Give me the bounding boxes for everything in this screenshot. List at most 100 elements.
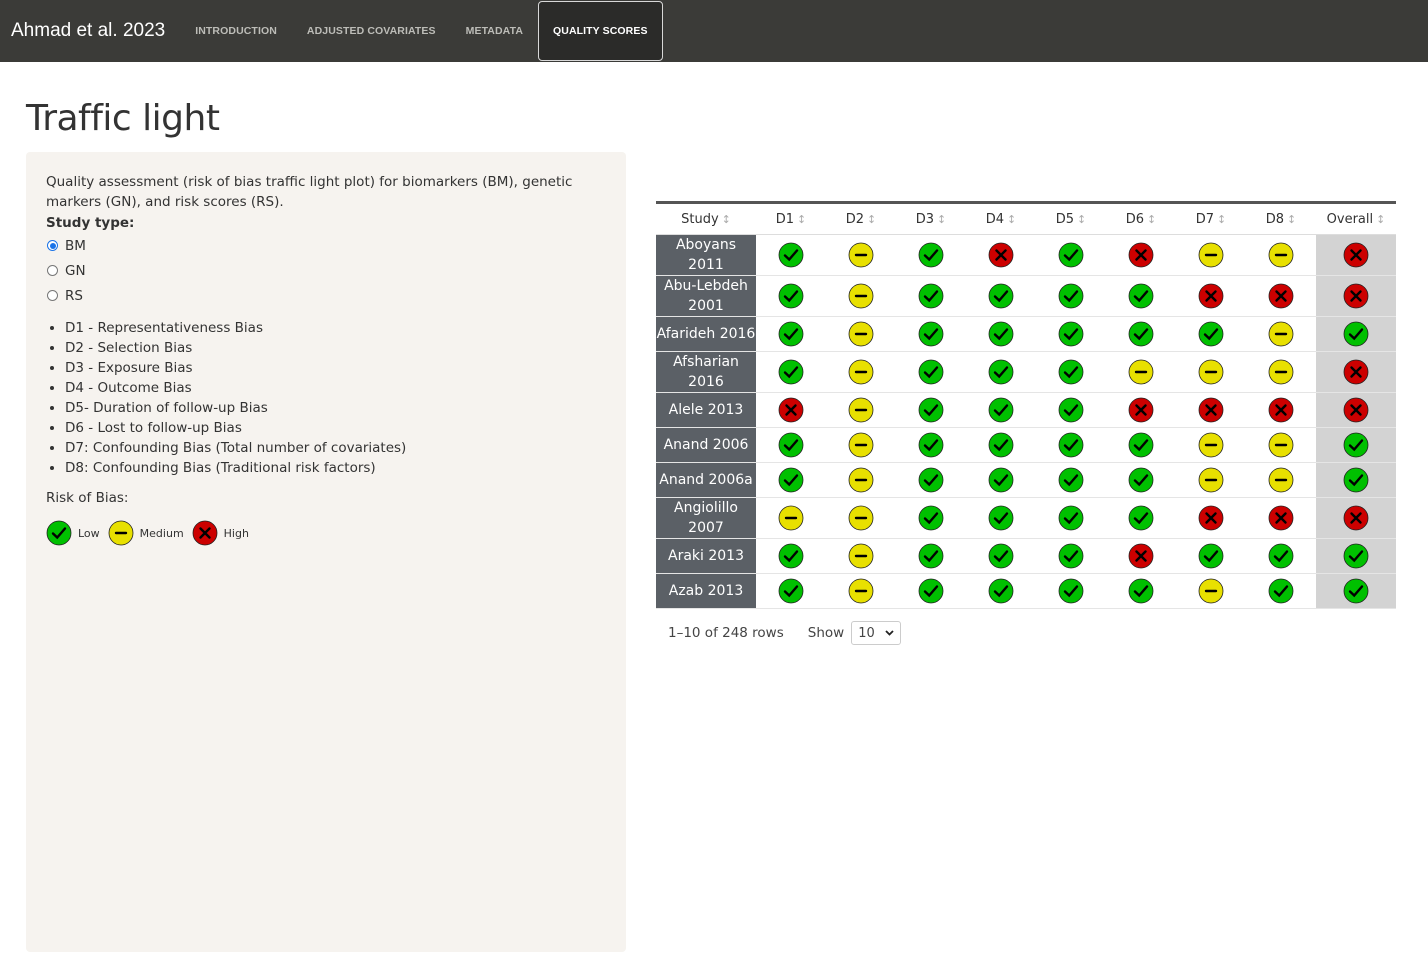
high-risk-cross-icon bbox=[1198, 505, 1224, 531]
domain-rating-cell bbox=[756, 427, 826, 463]
column-header-label: D5 bbox=[1055, 211, 1075, 227]
legend-label-high: High bbox=[223, 526, 249, 540]
radio-button[interactable] bbox=[47, 265, 58, 276]
domain-rating-cell bbox=[1036, 392, 1106, 428]
sort-icon[interactable]: ↕ bbox=[1287, 213, 1296, 226]
domain-item: D3 - Exposure Bias bbox=[65, 358, 606, 378]
domain-item: D4 - Outcome Bias bbox=[65, 378, 606, 398]
domain-rating-cell bbox=[1176, 351, 1246, 393]
domain-rating-cell bbox=[896, 497, 966, 539]
page-size-label: Show bbox=[807, 625, 845, 641]
study-name-cell: Angiolillo 2007 bbox=[656, 497, 756, 539]
domain-rating-cell bbox=[896, 351, 966, 393]
column-header-d8[interactable]: D8 ↕ bbox=[1246, 202, 1316, 235]
sort-icon[interactable]: ↕ bbox=[937, 213, 946, 226]
low-risk-check-icon bbox=[918, 432, 944, 458]
radio-label: RS bbox=[65, 287, 83, 304]
nav-metadata[interactable]: METADATA bbox=[451, 0, 538, 62]
table-row: Angiolillo 2007 bbox=[656, 497, 1396, 539]
overall-rating-cell bbox=[1316, 234, 1396, 276]
column-header-study[interactable]: Study ↕ bbox=[656, 202, 756, 235]
table-header-row: Study ↕ D1 ↕ D2 ↕ D3 ↕ D4 ↕ D5 ↕ D6 ↕ D7 ↕ D8 ↕ Overall ↕ bbox=[656, 202, 1396, 235]
table-row: Aboyans 2011 bbox=[656, 234, 1396, 276]
study-type-option-rs[interactable]: RS bbox=[46, 283, 606, 308]
study-type-option-bm[interactable]: BM bbox=[46, 233, 606, 258]
low-risk-check-icon bbox=[988, 467, 1014, 493]
sort-icon[interactable]: ↕ bbox=[797, 213, 806, 226]
column-header-d6[interactable]: D6 ↕ bbox=[1106, 202, 1176, 235]
high-risk-cross-icon bbox=[1128, 397, 1154, 423]
low-risk-check-icon bbox=[1058, 467, 1084, 493]
low-risk-check-icon bbox=[1128, 283, 1154, 309]
radio-button[interactable] bbox=[47, 240, 58, 251]
domain-rating-cell bbox=[1176, 234, 1246, 276]
medium-risk-minus-icon bbox=[848, 432, 874, 458]
column-header-label: Study bbox=[681, 211, 719, 227]
column-header-d3[interactable]: D3 ↕ bbox=[896, 202, 966, 235]
low-risk-check-icon bbox=[988, 432, 1014, 458]
legend-label-medium: Medium bbox=[139, 526, 184, 540]
high-risk-cross-icon bbox=[1343, 397, 1369, 423]
sort-icon[interactable]: ↕ bbox=[1007, 213, 1016, 226]
low-risk-check-icon bbox=[918, 359, 944, 385]
study-name-cell: Aboyans 2011 bbox=[656, 234, 756, 276]
low-risk-check-icon bbox=[1058, 321, 1084, 347]
domain-rating-cell bbox=[1106, 538, 1176, 574]
low-risk-check-icon bbox=[988, 359, 1014, 385]
high-risk-cross-icon bbox=[1343, 283, 1369, 309]
low-risk-check-icon bbox=[1343, 321, 1369, 347]
low-risk-check-icon bbox=[988, 543, 1014, 569]
brand-title[interactable]: Ahmad et al. 2023 bbox=[11, 20, 165, 42]
domain-rating-cell bbox=[826, 316, 896, 352]
page-size-select[interactable]: 10 bbox=[851, 621, 902, 645]
nav-adjusted-covariates[interactable]: ADJUSTED COVARIATES bbox=[292, 0, 451, 62]
study-name-cell: Anand 2006a bbox=[656, 462, 756, 498]
column-header-label: D8 bbox=[1265, 211, 1285, 227]
domain-rating-cell bbox=[966, 427, 1036, 463]
sort-icon[interactable]: ↕ bbox=[722, 213, 731, 226]
nav-introduction[interactable]: INTRODUCTION bbox=[180, 0, 292, 62]
low-risk-check-icon bbox=[988, 397, 1014, 423]
high-risk-cross-icon bbox=[1268, 505, 1294, 531]
low-risk-check-icon bbox=[1058, 242, 1084, 268]
domain-rating-cell bbox=[756, 538, 826, 574]
high-risk-cross-icon bbox=[192, 520, 218, 546]
low-risk-check-icon bbox=[1058, 578, 1084, 604]
column-header-label: D7 bbox=[1195, 211, 1215, 227]
sort-icon[interactable]: ↕ bbox=[1217, 213, 1226, 226]
traffic-light-table: Study ↕ D1 ↕ D2 ↕ D3 ↕ D4 ↕ D5 ↕ D6 ↕ D7 ↕ D8 ↕ Overall ↕ A… bbox=[656, 201, 1396, 609]
radio-button[interactable] bbox=[47, 290, 58, 301]
column-header-d2[interactable]: D2 ↕ bbox=[826, 202, 896, 235]
medium-risk-minus-icon bbox=[848, 321, 874, 347]
sidebar-description: Quality assessment (risk of bias traffic… bbox=[46, 174, 573, 210]
low-risk-check-icon bbox=[918, 242, 944, 268]
sort-icon[interactable]: ↕ bbox=[1147, 213, 1156, 226]
medium-risk-minus-icon bbox=[848, 242, 874, 268]
low-risk-check-icon bbox=[1058, 397, 1084, 423]
medium-risk-minus-icon bbox=[848, 543, 874, 569]
sort-icon[interactable]: ↕ bbox=[1077, 213, 1086, 226]
low-risk-check-icon bbox=[778, 321, 804, 347]
nav-quality-scores[interactable]: QUALITY SCORES bbox=[538, 1, 663, 61]
overall-rating-cell bbox=[1316, 462, 1396, 498]
medium-risk-minus-icon bbox=[1268, 467, 1294, 493]
pagination: 1–10 of 248 rows Show 10 bbox=[668, 621, 1396, 645]
study-name-cell: Araki 2013 bbox=[656, 538, 756, 574]
domain-rating-cell bbox=[1106, 316, 1176, 352]
column-header-d5[interactable]: D5 ↕ bbox=[1036, 202, 1106, 235]
column-header-d4[interactable]: D4 ↕ bbox=[966, 202, 1036, 235]
study-type-option-gn[interactable]: GN bbox=[46, 258, 606, 283]
domain-rating-cell bbox=[896, 392, 966, 428]
low-risk-check-icon bbox=[988, 283, 1014, 309]
sort-icon[interactable]: ↕ bbox=[867, 213, 876, 226]
low-risk-check-icon bbox=[918, 578, 944, 604]
traffic-light-table-container: Study ↕ D1 ↕ D2 ↕ D3 ↕ D4 ↕ D5 ↕ D6 ↕ D7 ↕ D8 ↕ Overall ↕ A… bbox=[656, 201, 1396, 645]
medium-risk-minus-icon bbox=[1268, 242, 1294, 268]
pagination-range: 1–10 of 248 rows bbox=[668, 625, 784, 641]
domain-item: D8: Confounding Bias (Traditional risk f… bbox=[65, 458, 606, 478]
low-risk-check-icon bbox=[778, 578, 804, 604]
column-header-overall[interactable]: Overall ↕ bbox=[1316, 202, 1396, 235]
sort-icon[interactable]: ↕ bbox=[1376, 213, 1385, 226]
column-header-d7[interactable]: D7 ↕ bbox=[1176, 202, 1246, 235]
column-header-d1[interactable]: D1 ↕ bbox=[756, 202, 826, 235]
